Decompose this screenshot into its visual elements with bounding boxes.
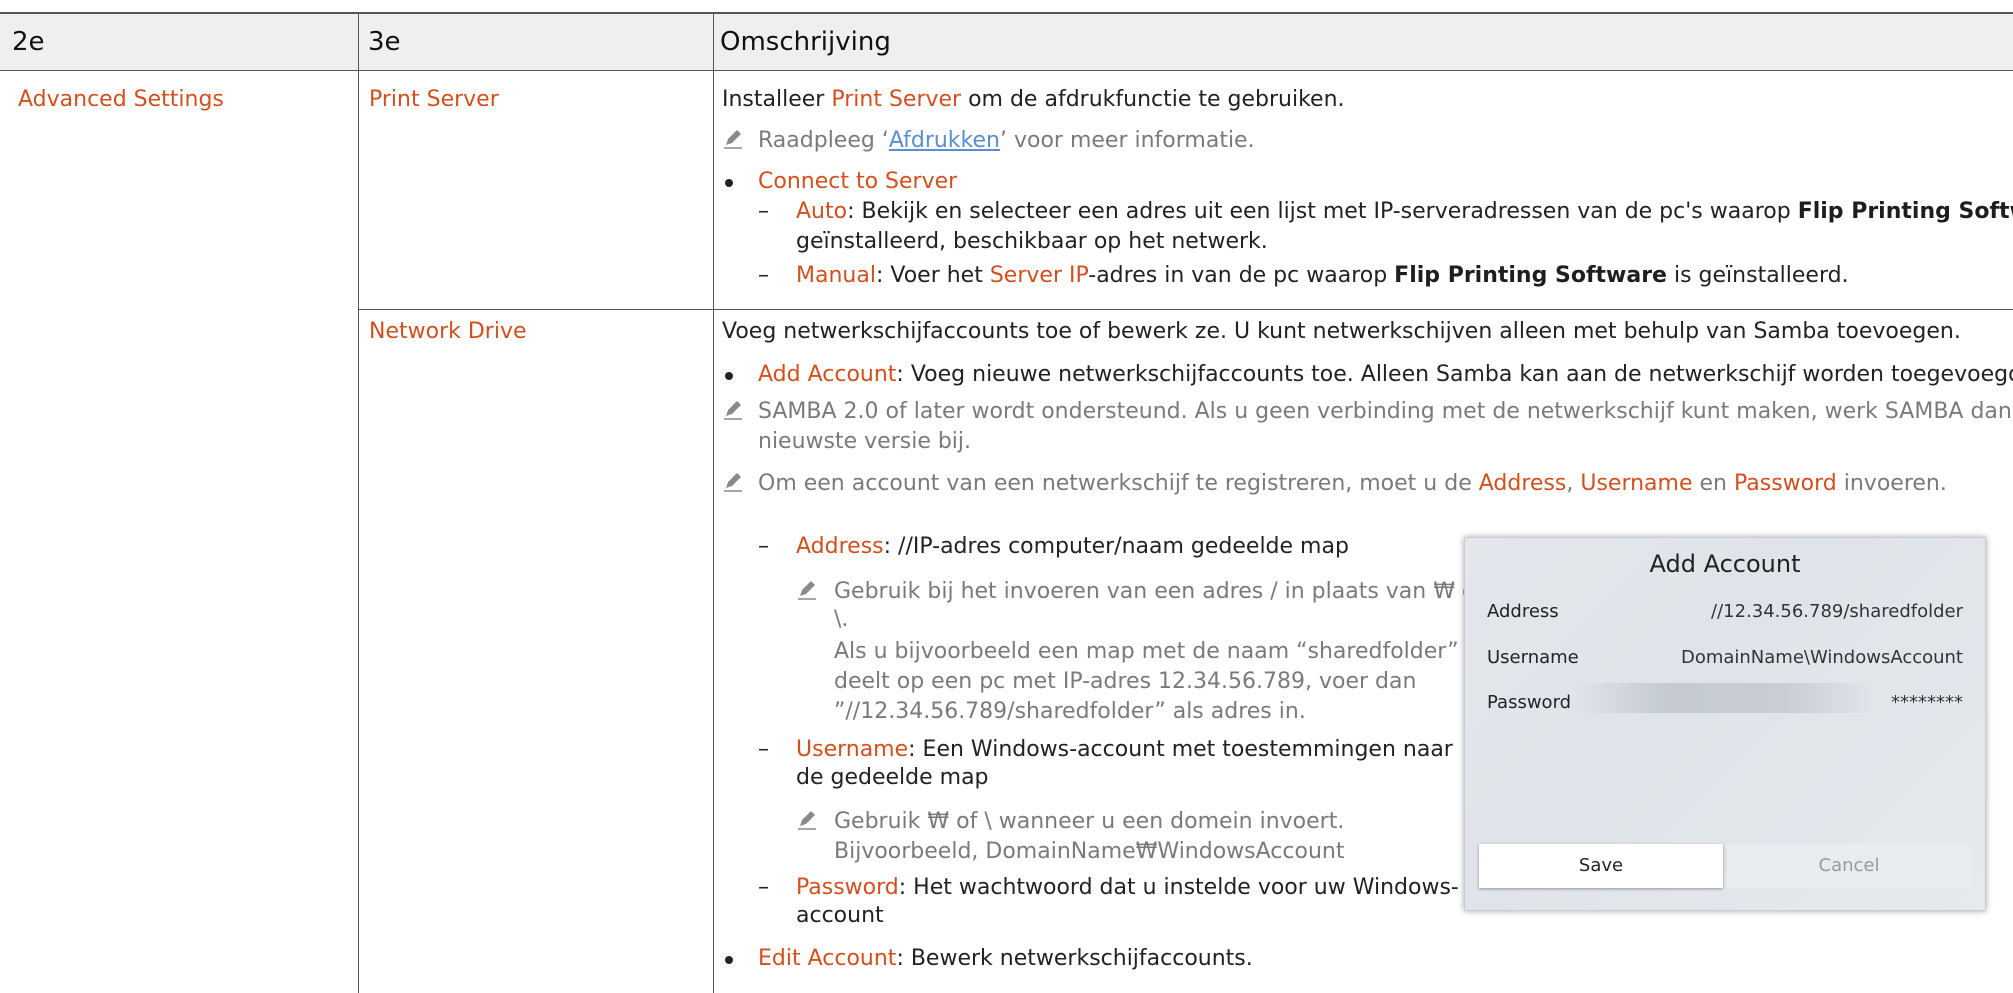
dialog-address-value[interactable]: //12.34.56.789/sharedfolder xyxy=(1711,600,1963,624)
dialog-address-label: Address xyxy=(1487,601,1559,622)
dash: – xyxy=(758,263,769,288)
bullet-dot xyxy=(725,372,733,380)
dialog-title: Add Account xyxy=(1649,550,1801,578)
address-label: Address xyxy=(796,534,884,559)
header-col-3e: 3e xyxy=(368,27,401,57)
row-divider xyxy=(358,309,2013,310)
add-account-dialog: Add Account Address //12.34.56.789/share… xyxy=(1464,537,1986,911)
edit-account-item: Edit Account: Bewerk netwerkschijfaccoun… xyxy=(758,944,1253,974)
header-col-description: Omschrijving xyxy=(720,27,891,57)
pencil-note-icon xyxy=(798,811,816,830)
samba-note-line2: nieuwste versie bij. xyxy=(758,429,972,454)
manual-text-end: is geïnstalleerd. xyxy=(1666,263,1849,288)
address-text: : //IP-adres computer/naam gedeelde map xyxy=(883,534,1349,559)
manual-text: : Voer het xyxy=(875,263,990,288)
print-server-note: Raadpleeg ‘Afdrukken’ voor meer informat… xyxy=(758,126,1255,156)
intro-text: Installeer xyxy=(722,87,832,112)
register-text-end: invoeren. xyxy=(1836,471,1947,496)
dialog-password-value[interactable]: ******** xyxy=(1891,691,1963,715)
username-text: : Een Windows-account met toestemmingen … xyxy=(908,737,1453,762)
afdrukken-link[interactable]: Afdrukken xyxy=(889,128,1000,153)
dash: – xyxy=(758,737,769,762)
bullet-dot xyxy=(725,179,733,187)
dialog-username-label: Username xyxy=(1487,647,1579,668)
register-text: Om een account van een netwerkschijf te … xyxy=(758,471,1479,496)
username-line2: de gedeelde map xyxy=(796,765,989,790)
add-account-label: Add Account xyxy=(758,362,897,387)
cancel-button[interactable]: Cancel xyxy=(1727,844,1971,888)
bullet-dot xyxy=(725,956,733,964)
auto-label: Auto xyxy=(796,199,848,224)
dash: – xyxy=(758,199,769,224)
samba-note-line1: SAMBA 2.0 of later wordt ondersteund. Al… xyxy=(758,399,2013,424)
password-field-highlight xyxy=(1575,683,1875,713)
dialog-username-value[interactable]: DomainName\WindowsAccount xyxy=(1681,646,1963,670)
address-note-line2: \. xyxy=(834,607,849,632)
table-header: 2e 3e Omschrijving xyxy=(0,12,2013,71)
intro-highlight: Print Server xyxy=(831,87,962,112)
note-text-end: ’ voor meer informatie. xyxy=(999,128,1255,153)
address-note-line3: Als u bijvoorbeeld een map met de naam “… xyxy=(834,639,1459,664)
dialog-password-label: Password xyxy=(1487,692,1572,713)
row-label-print-server: Print Server xyxy=(369,87,499,112)
add-account-text: : Voeg nieuwe netwerkschijfaccounts toe.… xyxy=(896,362,2013,387)
header-col-2e: 2e xyxy=(12,27,45,57)
username-note-line2: Bijvoorbeeld, DomainName₩WindowsAccount xyxy=(834,839,1345,864)
register-and: en xyxy=(1692,471,1734,496)
password-label: Password xyxy=(796,875,899,900)
edit-account-label: Edit Account xyxy=(758,946,897,971)
server-ip-label: Server IP xyxy=(989,263,1089,288)
network-drive-intro: Voeg netwerkschijfaccounts toe of bewerk… xyxy=(722,319,1961,344)
print-server-intro: Installeer Print Server om de afdrukfunc… xyxy=(722,85,1345,115)
add-account-item: Add Account: Voeg nieuwe netwerkschijfac… xyxy=(758,360,2013,390)
address-note-line4: deelt op een pc met IP-adres 12.34.56.78… xyxy=(834,669,1417,694)
pencil-note-icon xyxy=(724,473,742,492)
manual-text-2: -adres in van de pc waarop xyxy=(1088,263,1395,288)
intro-text-end: om de afdrukfunctie te gebruiken. xyxy=(961,87,1345,112)
register-address: Address xyxy=(1478,471,1567,496)
auto-text: : Bekijk en selecteer een adres uit een … xyxy=(847,199,1798,224)
register-note: Om een account van een netwerkschijf te … xyxy=(758,469,1947,499)
address-note-line5: ”//12.34.56.789/sharedfolder” als adres … xyxy=(834,699,1306,724)
password-text: : Het wachtwoord dat u instelde voor uw … xyxy=(898,875,1459,900)
auto-software-name: Flip Printing Software xyxy=(1797,199,2013,224)
pencil-note-icon xyxy=(724,130,742,149)
column-divider-1 xyxy=(358,12,359,993)
pencil-note-icon xyxy=(798,581,816,600)
username-item: Username: Een Windows-account met toeste… xyxy=(796,735,1453,765)
note-text: Raadpleeg ‘ xyxy=(758,128,889,153)
pencil-note-icon xyxy=(724,401,742,420)
register-password: Password xyxy=(1733,471,1837,496)
save-button[interactable]: Save xyxy=(1479,844,1723,888)
row-label-advanced-settings: Advanced Settings xyxy=(18,87,224,112)
dash: – xyxy=(758,534,769,559)
connect-to-server: Connect to Server xyxy=(758,169,958,194)
auto-option-line2: geïnstalleerd, beschikbaar op het netwer… xyxy=(796,229,1268,254)
address-note-line1: Gebruik bij het invoeren van een adres /… xyxy=(834,579,1490,604)
password-item: Password: Het wachtwoord dat u instelde … xyxy=(796,873,1459,903)
address-item: Address: //IP-adres computer/naam gedeel… xyxy=(796,532,1349,562)
register-username: Username xyxy=(1580,471,1693,496)
edit-account-text: : Bewerk netwerkschijfaccounts. xyxy=(896,946,1253,971)
password-line2: account xyxy=(796,903,884,928)
dash: – xyxy=(758,875,769,900)
register-comma: , xyxy=(1566,471,1581,496)
username-label: Username xyxy=(796,737,909,762)
auto-option: Auto: Bekijk en selecteer een adres uit … xyxy=(796,197,2013,227)
column-divider-2 xyxy=(713,12,714,993)
manual-option: Manual: Voer het Server IP-adres in van … xyxy=(796,261,1849,291)
manual-software-name: Flip Printing Software xyxy=(1394,263,1667,288)
manual-label: Manual xyxy=(796,263,876,288)
row-label-network-drive: Network Drive xyxy=(369,319,527,344)
username-note-line1: Gebruik ₩ of \ wanneer u een domein invo… xyxy=(834,809,1345,834)
